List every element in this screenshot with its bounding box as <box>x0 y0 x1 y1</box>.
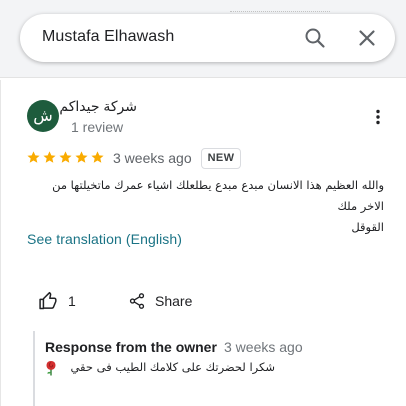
star-icon <box>91 151 104 163</box>
like-count: 1 <box>68 293 76 309</box>
close-icon[interactable] <box>355 26 379 50</box>
owner-response-date: 3 weeks ago <box>224 339 303 355</box>
rose-emoji-icon <box>46 361 56 376</box>
star-icon <box>43 151 56 163</box>
search-input[interactable]: Mustafa Elhawash <box>42 28 174 46</box>
star-icon <box>27 151 40 163</box>
search-box[interactable]: Mustafa Elhawash <box>20 14 395 62</box>
star-icon <box>75 151 88 163</box>
review-text-line: والله العظيم هذا الانسان مبدع مبدع يطلعل… <box>52 178 384 213</box>
review-date: 3 weeks ago <box>113 150 192 166</box>
more-options-icon[interactable] <box>369 108 387 126</box>
review-count: 1 review <box>71 119 124 135</box>
star-rating <box>26 150 105 166</box>
reviewer-name[interactable]: شركة جيداكم <box>0 98 137 115</box>
search-icon[interactable] <box>303 26 327 50</box>
review-text: والله العظيم هذا الانسان مبدع مبدع يطلعل… <box>26 175 384 238</box>
header-divider <box>230 11 330 13</box>
share-label: Share <box>155 293 193 309</box>
owner-response-text: شكرا لحضرتك على كلامك الطيب فى حقي <box>70 360 275 374</box>
star-icon <box>59 151 72 163</box>
see-translation-link[interactable]: See translation (English) <box>27 231 182 247</box>
share-icon <box>129 293 145 309</box>
share-button[interactable]: Share <box>128 288 192 314</box>
thumbs-up-icon <box>39 291 57 310</box>
owner-response: Response from the owner 3 weeks ago شكرا… <box>33 331 406 406</box>
owner-response-title: Response from the owner <box>45 339 217 355</box>
search-header: Mustafa Elhawash <box>0 0 406 78</box>
new-badge: NEW <box>201 148 241 169</box>
like-button[interactable]: 1 <box>38 288 76 314</box>
